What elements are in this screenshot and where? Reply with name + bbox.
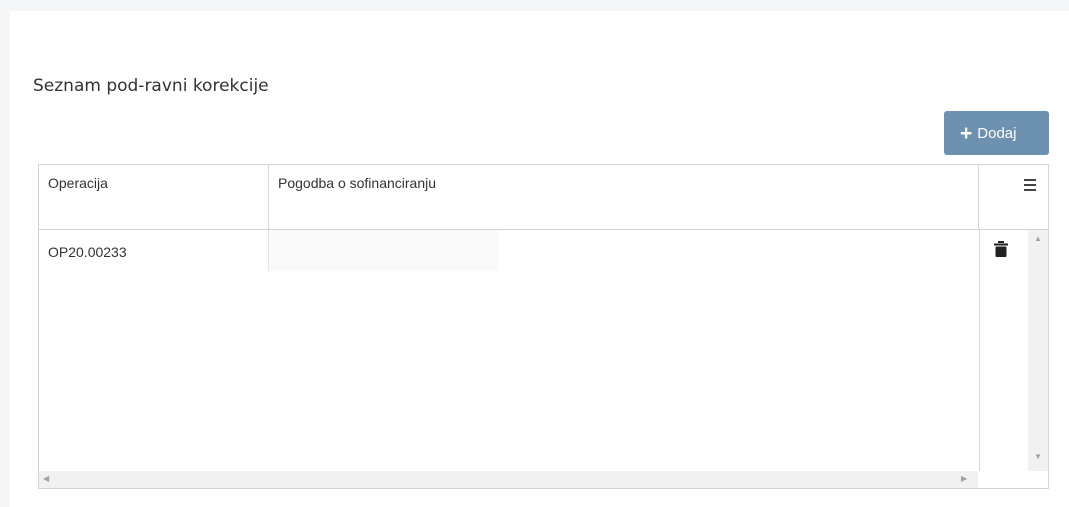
plus-icon: +	[960, 121, 973, 145]
vertical-scrollbar[interactable]: ▲ ▼	[1028, 230, 1048, 471]
panel-title: Seznam pod-ravni korekcije	[33, 76, 269, 96]
column-menu-cell	[979, 165, 1048, 229]
scroll-right-icon[interactable]: ▶	[961, 474, 967, 483]
add-button[interactable]: + Dodaj	[944, 111, 1049, 155]
actions-column	[979, 230, 1029, 471]
scroll-down-icon[interactable]: ▼	[1034, 452, 1042, 461]
table-row[interactable]: OP20.00233	[39, 230, 499, 271]
column-header-operacija[interactable]: Operacija	[39, 165, 269, 229]
trash-icon[interactable]	[994, 241, 1008, 257]
corrections-grid: Operacija Pogodba o sofinanciranju OP20.…	[38, 164, 1049, 489]
grid-body: OP20.00233 ▲ ▼ ◀ ▶	[39, 230, 1048, 488]
scroll-left-icon[interactable]: ◀	[43, 474, 49, 483]
cell-pogodba[interactable]	[269, 230, 499, 271]
column-menu-icon[interactable]	[1024, 179, 1036, 191]
column-header-pogodba[interactable]: Pogodba o sofinanciranju	[269, 165, 979, 229]
horizontal-scrollbar[interactable]: ◀ ▶	[39, 471, 978, 488]
scroll-up-icon[interactable]: ▲	[1034, 234, 1042, 243]
cell-operacija[interactable]: OP20.00233	[39, 230, 269, 271]
grid-header: Operacija Pogodba o sofinanciranju	[39, 165, 1048, 230]
add-button-label: Dodaj	[977, 124, 1017, 142]
